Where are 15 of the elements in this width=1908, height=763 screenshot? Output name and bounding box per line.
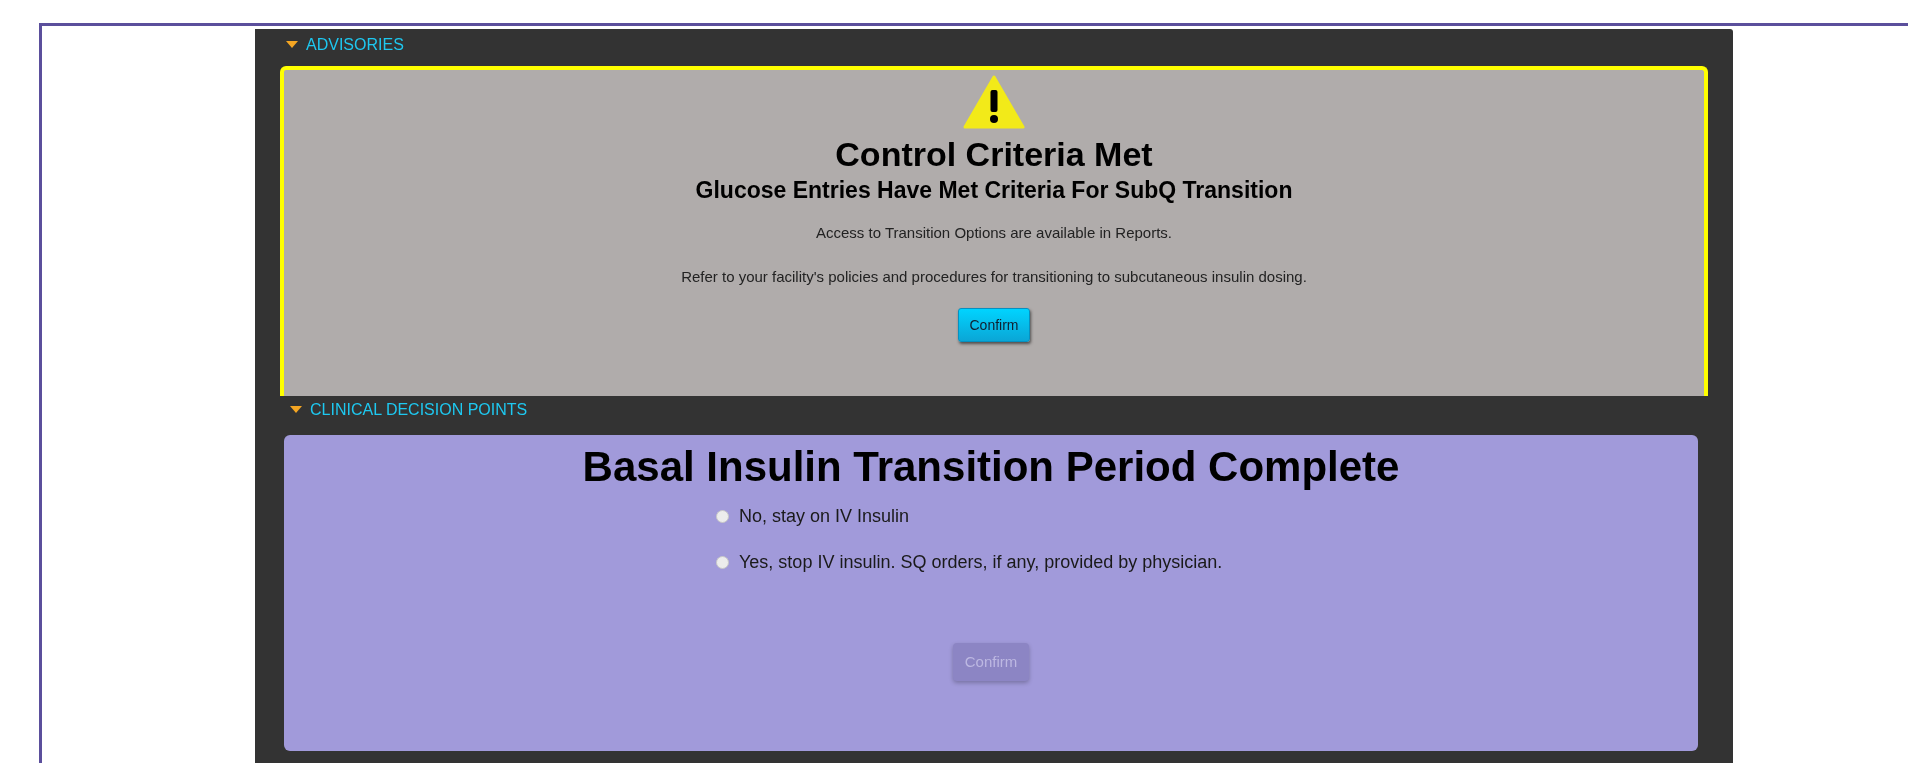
alert-subtitle: Glucose Entries Have Met Criteria For SubQ Transition	[695, 176, 1293, 204]
alert-title: Control Criteria Met	[835, 134, 1153, 174]
caret-icon[interactable]	[286, 41, 298, 48]
radio-button[interactable]	[716, 509, 729, 523]
radio-button[interactable]	[716, 555, 729, 569]
caret-icon[interactable]	[290, 406, 302, 413]
section-heading[interactable]: CLINICAL DECISION POINTS	[310, 397, 528, 422]
confirm-button[interactable]: Confirm	[958, 308, 1030, 342]
option-label[interactable]: No, stay on IV Insulin	[739, 503, 910, 529]
alert-message: Refer to your facility's policies and procedures for transitioning to subcutaneous insulin dosing.	[681, 267, 1307, 287]
section-heading[interactable]: ADVISORIES	[306, 32, 404, 57]
decision-title: Basal Insulin Transition Period Complete	[582, 443, 1400, 491]
option-label[interactable]: Yes, stop IV insulin. SQ orders, if any, provided by physician.	[739, 549, 1223, 575]
warning-icon	[963, 75, 1025, 129]
alert-message: Access to Transition Options are available in Reports.	[816, 223, 1172, 243]
